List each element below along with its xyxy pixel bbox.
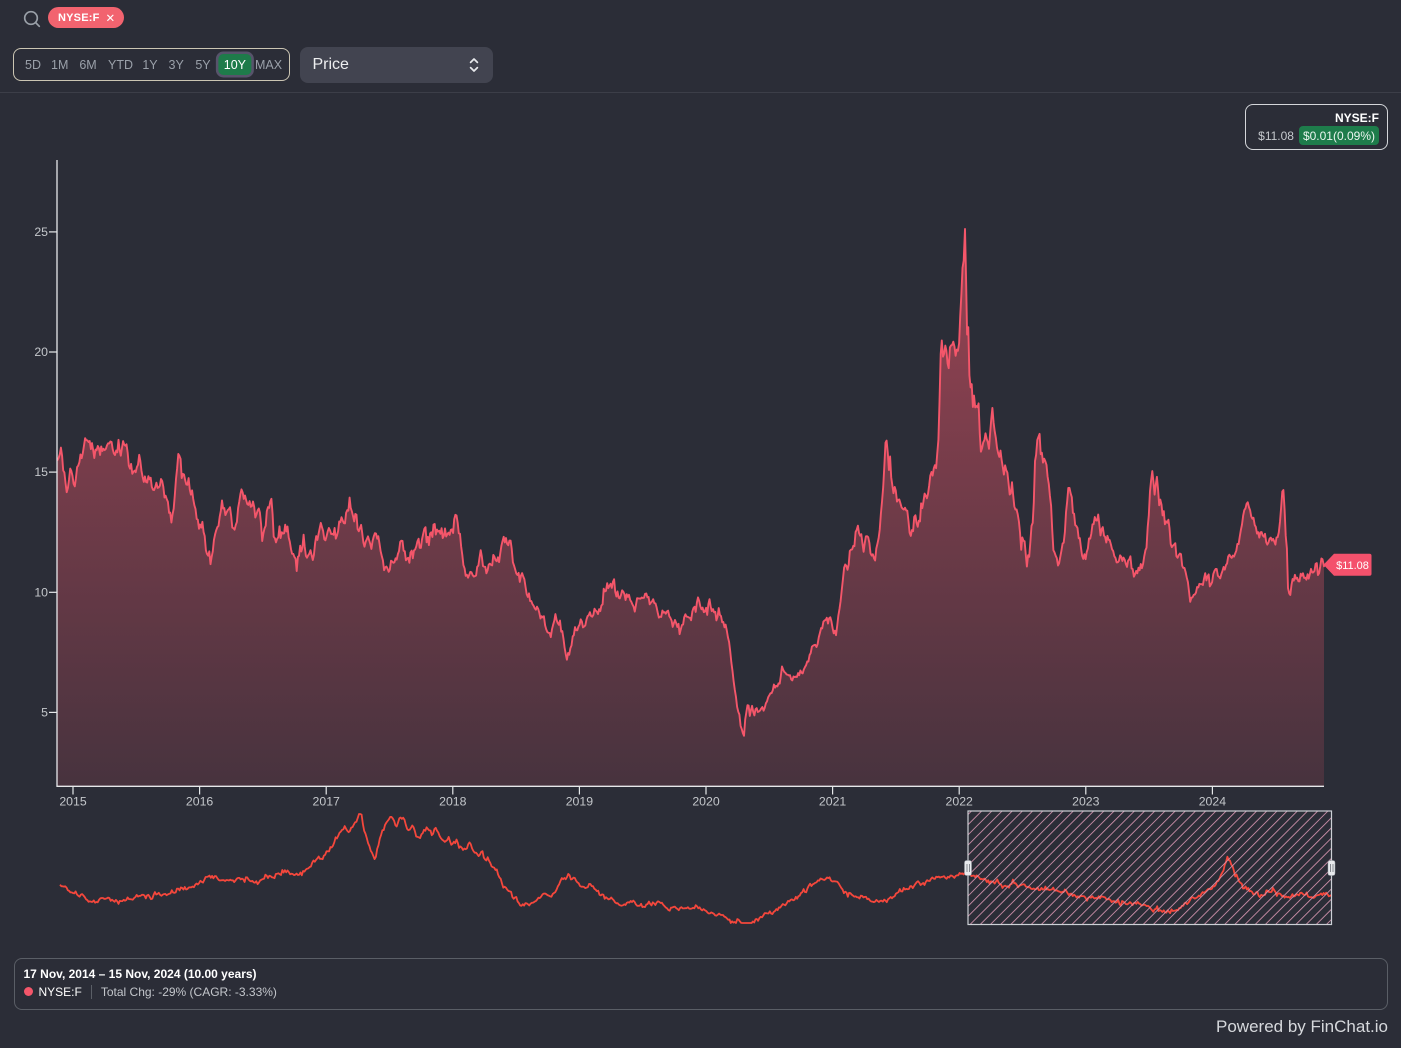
svg-text:2015: 2015 <box>59 795 87 809</box>
svg-text:10: 10 <box>34 585 48 599</box>
svg-text:5: 5 <box>41 705 48 719</box>
svg-text:2016: 2016 <box>186 795 214 809</box>
svg-text:15: 15 <box>34 465 48 479</box>
svg-text:2018: 2018 <box>439 795 467 809</box>
svg-text:2019: 2019 <box>566 795 594 809</box>
svg-text:25: 25 <box>34 225 48 239</box>
svg-text:2021: 2021 <box>819 795 847 809</box>
svg-text:2023: 2023 <box>1072 795 1100 809</box>
svg-text:2017: 2017 <box>313 795 341 809</box>
svg-text:2024: 2024 <box>1199 795 1227 809</box>
svg-text:2022: 2022 <box>946 795 974 809</box>
svg-text:20: 20 <box>34 345 48 359</box>
svg-text:$11.08: $11.08 <box>1336 560 1369 572</box>
svg-text:2020: 2020 <box>692 795 720 809</box>
